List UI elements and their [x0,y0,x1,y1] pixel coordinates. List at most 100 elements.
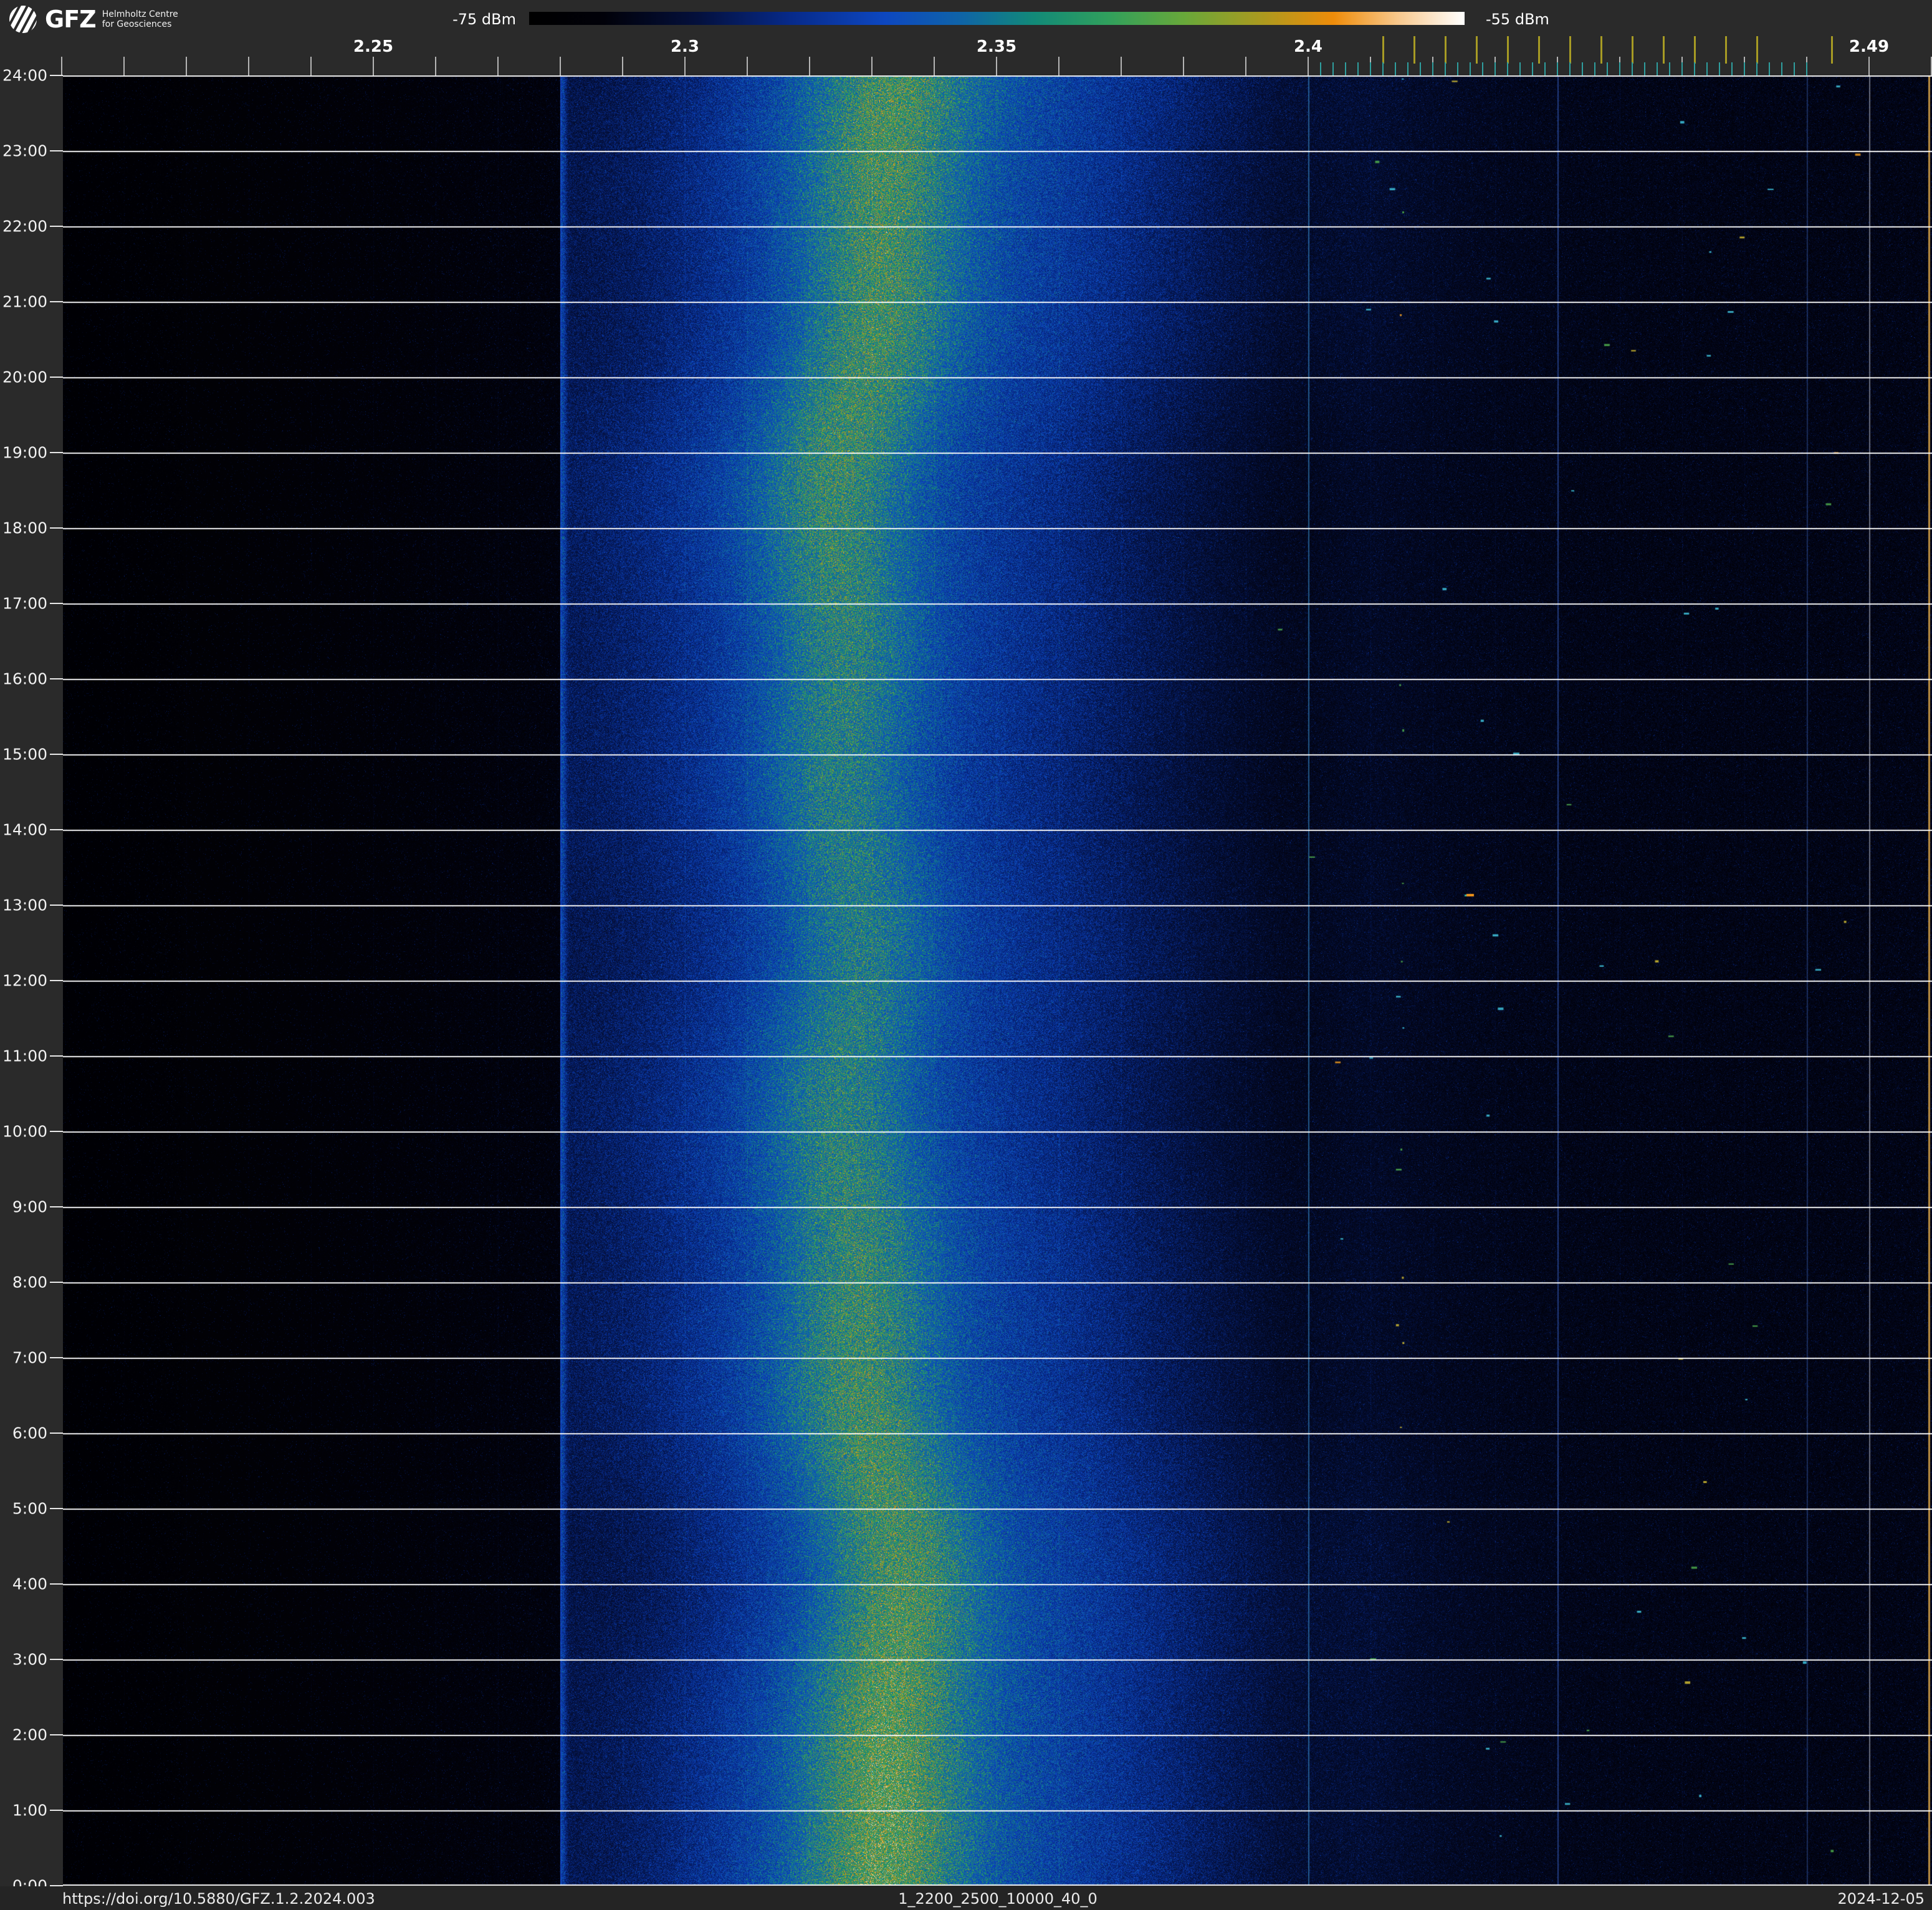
hour-label: 16:00 [2,669,47,688]
hour-tick [50,1810,63,1811]
freq-minor-tick [747,57,748,75]
ble-channel-tick [1345,62,1346,75]
ble-channel-tick [1494,62,1496,75]
ble-channel-tick [1781,62,1782,75]
ble-channel-tick [1507,62,1508,75]
brand-subtitle-line2: for Geosciences [102,19,172,29]
freq-minor-tick [1308,57,1309,75]
hour-tick [50,1508,63,1509]
wifi-channel-tick [1632,36,1633,64]
hour-label: 1:00 [12,1801,47,1820]
colorbar-max-label: -55 dBm [1486,11,1549,28]
hour-tick [50,1282,63,1283]
wifi-channel-tick [1756,36,1758,64]
freq-minor-tick [996,57,997,75]
freq-minor-tick [871,57,873,75]
hour-tick [50,527,63,529]
freq-minor-tick [248,57,249,75]
ble-channel-tick [1420,62,1421,75]
freq-minor-tick [622,57,623,75]
ble-channel-tick [1806,62,1807,75]
ble-channel-tick [1357,62,1359,75]
wifi-channel-tick [1831,36,1833,64]
gfz-logo: GFZ Helmholtz Centre for Geosciences [9,4,358,35]
freq-minor-tick [1183,57,1184,75]
ble-channel-tick [1794,62,1795,75]
hour-tick [50,75,63,76]
hour-label: 9:00 [12,1197,47,1216]
wifi-channel-tick [1476,36,1478,64]
brand-subtitle: Helmholtz Centre for Geosciences [102,9,178,29]
freq-minor-tick [560,57,561,75]
ble-channel-tick [1407,62,1408,75]
freq-axis-label: 2.25 [353,37,394,56]
ble-channel-tick [1619,62,1620,75]
wifi-channel-tick [1694,36,1696,64]
ble-channel-tick [1320,62,1321,75]
hour-label: 8:00 [12,1273,47,1292]
hour-tick [50,1734,63,1735]
wifi-channel-tick [1600,36,1602,64]
hour-tick [50,1659,63,1660]
hour-label: 6:00 [12,1424,47,1442]
ble-channel-tick [1594,62,1595,75]
ble-channel-tick [1607,62,1608,75]
freq-minor-tick [1121,57,1122,75]
ble-channel-tick [1644,62,1645,75]
ble-channel-tick [1719,62,1720,75]
ble-channel-tick [1706,62,1708,75]
freq-axis-label: 2.3 [670,37,700,56]
ble-channel-tick [1470,62,1471,75]
hour-label: 23:00 [2,142,47,160]
ble-channel-tick [1756,62,1757,75]
wifi-channel-tick [1382,36,1384,64]
hour-label: 17:00 [2,594,47,613]
hour-label: 22:00 [2,217,47,236]
ble-channel-tick [1557,62,1558,75]
hour-label: 24:00 [2,66,47,85]
colorbar-min-label: -75 dBm [452,11,516,28]
spectrogram-page: { "header": { "logo": { "brand": "GFZ", … [0,0,1932,1910]
hour-tick [50,1357,63,1358]
hour-label: 4:00 [12,1575,47,1593]
hour-label: 11:00 [2,1047,47,1065]
brand-subtitle-line1: Helmholtz Centre [102,9,178,19]
ble-channel-tick [1482,62,1483,75]
wifi-channel-tick [1445,36,1447,64]
wifi-channel-tick [1663,36,1665,64]
ble-channel-tick [1332,62,1334,75]
hour-tick [50,377,63,378]
wifi-channel-tick [1413,36,1415,64]
hour-tick [50,603,63,604]
freq-minor-tick [684,57,686,75]
hour-tick [50,678,63,679]
freq-minor-tick [1058,57,1059,75]
power-colorbar [529,12,1465,25]
hour-label: 15:00 [2,745,47,764]
doi-link-text: https://doi.org/10.5880/GFZ.1.2.2024.003 [62,1890,375,1908]
ble-channel-tick [1681,62,1683,75]
ble-channel-tick [1632,62,1633,75]
ble-channel-tick [1445,62,1446,75]
wifi-channel-tick [1569,36,1571,64]
hour-tick [50,905,63,906]
hour-tick [50,1055,63,1057]
hour-tick [50,1131,63,1132]
hour-label: 5:00 [12,1499,47,1518]
freq-minor-tick [310,57,312,75]
hour-tick [50,1583,63,1585]
hour-label: 10:00 [2,1122,47,1141]
freq-minor-tick [435,57,436,75]
freq-minor-tick [186,57,187,75]
ble-channel-tick [1694,62,1695,75]
ble-channel-tick [1532,62,1533,75]
hour-label: 7:00 [12,1348,47,1367]
freq-axis-label: 2.49 [1848,37,1890,56]
hour-tick [50,829,63,830]
brand-wordmark: GFZ [45,6,97,33]
dataset-id-label: 1_2200_2500_10000_40_0 [898,1890,1098,1908]
freq-minor-tick [497,57,499,75]
hour-tick [50,1432,63,1434]
ble-channel-tick [1382,62,1384,75]
hour-tick [50,452,63,453]
